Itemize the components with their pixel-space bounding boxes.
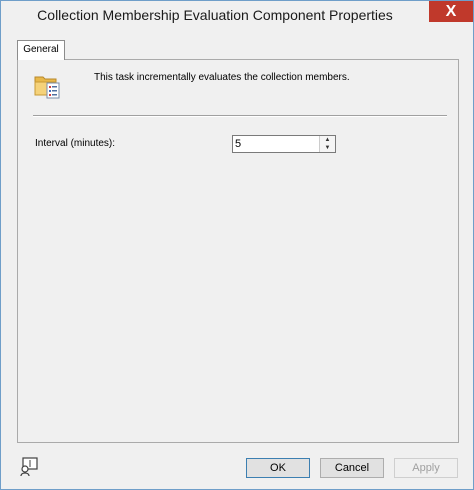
apply-button[interactable]: Apply — [394, 458, 458, 478]
interval-spinner[interactable]: ▲ ▼ — [232, 135, 336, 153]
chevron-down-icon[interactable]: ▼ — [320, 144, 335, 152]
folder-properties-icon — [34, 76, 60, 99]
properties-dialog: Collection Membership Evaluation Compone… — [0, 0, 474, 490]
interval-input[interactable] — [233, 136, 321, 152]
task-description: This task incrementally evaluates the co… — [94, 72, 350, 83]
help-icon[interactable] — [18, 457, 40, 477]
interval-label: Interval (minutes): — [35, 138, 116, 149]
spin-buttons: ▲ ▼ — [319, 136, 335, 152]
ok-button[interactable]: OK — [246, 458, 310, 478]
title-bar: Collection Membership Evaluation Compone… — [1, 1, 473, 31]
cancel-button[interactable]: Cancel — [320, 458, 384, 478]
window-title: Collection Membership Evaluation Compone… — [37, 7, 393, 23]
separator — [33, 115, 447, 117]
general-panel: This task incrementally evaluates the co… — [17, 59, 459, 443]
tab-general[interactable]: General — [17, 40, 65, 60]
close-button[interactable]: X — [429, 1, 473, 22]
